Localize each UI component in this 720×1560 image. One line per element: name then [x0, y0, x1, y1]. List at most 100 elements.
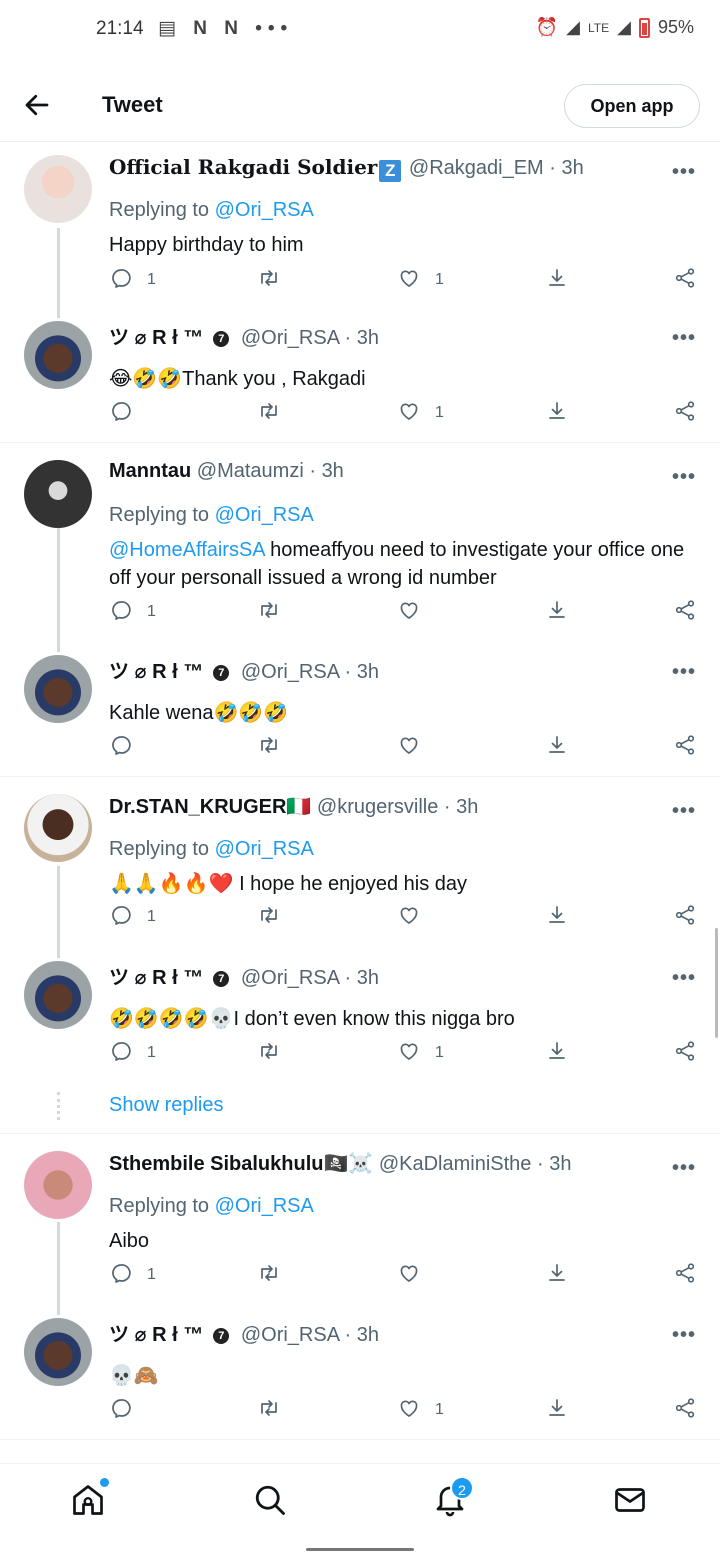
mention-link[interactable]: @HomeAffairsSA	[109, 539, 265, 561]
reply-mention-link[interactable]: @Ori_RSA	[215, 199, 314, 221]
display-name[interactable]: Official Rakgadi Soldier	[109, 155, 377, 179]
more-options-icon[interactable]: •••	[672, 967, 696, 990]
avatar[interactable]	[24, 1151, 92, 1219]
avatar[interactable]	[24, 1318, 92, 1386]
share-button[interactable]	[673, 398, 697, 428]
download-button[interactable]	[545, 597, 569, 627]
timestamp[interactable]: 3h	[357, 661, 379, 683]
search-icon[interactable]	[252, 1482, 292, 1522]
download-button[interactable]	[545, 1395, 569, 1425]
gesture-bar[interactable]	[306, 1548, 414, 1551]
share-button[interactable]	[673, 265, 697, 295]
timestamp[interactable]: 3h	[357, 1324, 379, 1346]
display-name[interactable]: ツ ⌀ R ł ™	[109, 1324, 203, 1346]
reply-button[interactable]	[109, 398, 147, 428]
timestamp[interactable]: 3h	[549, 1153, 571, 1175]
reply-button[interactable]: 1	[109, 1038, 156, 1068]
reply-button[interactable]: 1	[109, 597, 156, 627]
avatar[interactable]	[24, 155, 92, 223]
handle[interactable]: @Ori_RSA	[241, 1324, 339, 1346]
timestamp[interactable]: 3h	[357, 967, 379, 989]
more-options-icon[interactable]: •••	[672, 327, 696, 350]
open-app-button[interactable]: Open app	[564, 84, 700, 128]
share-button[interactable]	[673, 597, 697, 627]
more-options-icon[interactable]: •••	[672, 1324, 696, 1347]
like-button[interactable]	[397, 597, 435, 627]
download-button[interactable]	[545, 1260, 569, 1290]
download-button[interactable]	[545, 1038, 569, 1068]
download-button[interactable]	[545, 398, 569, 428]
share-button[interactable]	[673, 1260, 697, 1290]
more-options-icon[interactable]: •••	[672, 161, 696, 184]
reply-button[interactable]: 1	[109, 902, 156, 932]
display-name[interactable]: Manntau	[109, 460, 191, 482]
like-button[interactable]: 1	[397, 398, 444, 428]
reply-button[interactable]	[109, 732, 147, 762]
avatar[interactable]	[24, 794, 92, 862]
tweet[interactable]: ツ ⌀ R ł ™ 7 @Ori_RSA · 3h ••• Kahle wena🤣🤣…	[0, 655, 720, 755]
like-button[interactable]: 1	[397, 1395, 444, 1425]
reply-button[interactable]: 1	[109, 265, 156, 295]
tweet[interactable]: ツ ⌀ R ł ™ 7 @Ori_RSA · 3h ••• 🤣🤣🤣🤣💀I don’t…	[0, 961, 720, 1061]
avatar[interactable]	[24, 961, 92, 1029]
display-name[interactable]: Dr.STAN_KRUGER🇮🇹	[109, 796, 311, 818]
display-name[interactable]: ツ ⌀ R ł ™	[109, 327, 203, 349]
scrollbar[interactable]	[715, 928, 718, 1038]
tweet[interactable]: Dr.STAN_KRUGER🇮🇹 @krugersville · 3h ••• …	[0, 794, 720, 958]
download-button[interactable]	[545, 732, 569, 762]
timestamp[interactable]: 3h	[456, 796, 478, 818]
reply-mention-link[interactable]: @Ori_RSA	[215, 504, 314, 526]
like-button[interactable]	[397, 732, 435, 762]
retweet-button[interactable]	[257, 597, 295, 627]
share-button[interactable]	[673, 1395, 697, 1425]
reply-button[interactable]: 1	[109, 1260, 156, 1290]
tweet[interactable]: Sthembile Sibalukhulu🏴‍☠️☠️ @KaDlaminiSt…	[0, 1151, 720, 1315]
timestamp[interactable]: 3h	[322, 460, 344, 482]
timestamp[interactable]: 3h	[357, 327, 379, 349]
mail-icon[interactable]	[612, 1482, 652, 1522]
home-icon[interactable]	[70, 1482, 110, 1522]
download-button[interactable]	[545, 265, 569, 295]
more-options-icon[interactable]: •••	[672, 466, 696, 489]
tweet[interactable]: ツ ⌀ R ł ™ 7 @Ori_RSA · 3h ••• 😂🤣🤣Thank you…	[0, 321, 720, 421]
handle[interactable]: @krugersville	[317, 796, 438, 818]
avatar[interactable]	[24, 460, 92, 528]
reply-mention-link[interactable]: @Ori_RSA	[215, 838, 314, 860]
avatar[interactable]	[24, 655, 92, 723]
like-button[interactable]: 1	[397, 265, 444, 295]
handle[interactable]: @Ori_RSA	[241, 967, 339, 989]
retweet-button[interactable]	[257, 1395, 295, 1425]
retweet-button[interactable]	[257, 1038, 295, 1068]
retweet-button[interactable]	[257, 902, 295, 932]
show-replies-link[interactable]: Show replies	[109, 1094, 224, 1117]
timestamp[interactable]: 3h	[562, 157, 584, 179]
display-name[interactable]: ツ ⌀ R ł ™	[109, 661, 203, 683]
share-button[interactable]	[673, 902, 697, 932]
like-button[interactable]: 1	[397, 1038, 444, 1068]
back-arrow-icon[interactable]	[22, 90, 52, 120]
share-button[interactable]	[673, 1038, 697, 1068]
retweet-button[interactable]	[257, 265, 295, 295]
display-name[interactable]: ツ ⌀ R ł ™	[109, 967, 203, 989]
handle[interactable]: @Rakgadi_EM	[409, 157, 544, 179]
handle[interactable]: @Ori_RSA	[241, 661, 339, 683]
avatar[interactable]	[24, 321, 92, 389]
handle[interactable]: @Ori_RSA	[241, 327, 339, 349]
retweet-button[interactable]	[257, 398, 295, 428]
share-button[interactable]	[673, 732, 697, 762]
retweet-button[interactable]	[257, 732, 295, 762]
handle[interactable]: @Mataumzi	[197, 460, 304, 482]
like-button[interactable]	[397, 902, 435, 932]
retweet-button[interactable]	[257, 1260, 295, 1290]
tweet[interactable]: ツ ⌀ R ł ™ 7 @Ori_RSA · 3h ••• 💀🙈 1	[0, 1318, 720, 1418]
reply-button[interactable]	[109, 1395, 147, 1425]
handle[interactable]: @KaDlaminiSthe	[379, 1153, 532, 1175]
like-button[interactable]	[397, 1260, 435, 1290]
more-options-icon[interactable]: •••	[672, 800, 696, 823]
tweet[interactable]: Manntau @Mataumzi · 3h ••• Replying to @…	[0, 460, 720, 652]
display-name[interactable]: Sthembile Sibalukhulu🏴‍☠️☠️	[109, 1153, 373, 1175]
download-button[interactable]	[545, 902, 569, 932]
more-options-icon[interactable]: •••	[672, 1157, 696, 1180]
more-options-icon[interactable]: •••	[672, 661, 696, 684]
reply-mention-link[interactable]: @Ori_RSA	[215, 1195, 314, 1217]
